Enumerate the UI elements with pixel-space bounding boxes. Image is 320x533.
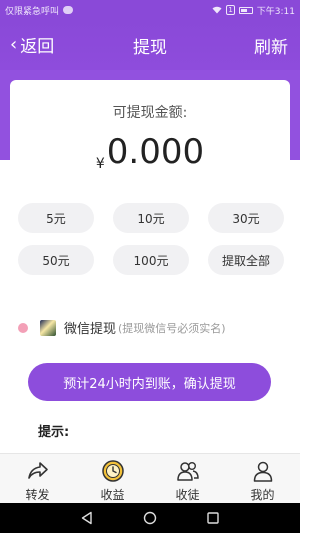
wechat-notification-icon	[63, 6, 74, 14]
balance-amount: 0.000	[106, 132, 205, 172]
tab-label: 收益	[100, 488, 125, 502]
carrier-text: 仅限紧急呼叫	[5, 6, 60, 17]
tab-earnings[interactable]: 收益	[75, 454, 150, 503]
status-left: 仅限紧急呼叫	[5, 4, 74, 17]
balance-amount-row: ¥0.000	[10, 132, 290, 172]
method-name: 微信提现	[64, 322, 117, 337]
refresh-button[interactable]: 刷新	[254, 33, 288, 58]
tab-label: 我的	[250, 488, 275, 502]
amount-option-all[interactable]: 提取全部	[208, 245, 284, 275]
share-icon	[27, 462, 48, 479]
status-bar: 仅限紧急呼叫 1 下午3:11	[0, 0, 300, 20]
currency-symbol: ¥	[95, 156, 105, 172]
bottom-tab-bar: 转发 收益 收徒 我的	[0, 453, 300, 503]
tab-profile[interactable]: 我的	[225, 454, 300, 503]
wifi-icon	[212, 6, 222, 14]
coin-clock-icon	[101, 460, 124, 482]
amount-option-10[interactable]: 10元	[113, 203, 189, 233]
back-button[interactable]: ‹ 返回	[10, 32, 54, 57]
amount-option-50[interactable]: 50元	[18, 245, 94, 275]
balance-card: 可提现金额: ¥0.000	[10, 80, 290, 190]
method-note: (提现微信号必须实名)	[118, 321, 226, 335]
amount-option-5[interactable]: 5元	[18, 203, 94, 233]
back-triangle-icon[interactable]	[80, 511, 94, 525]
header-bar: ‹ 返回 提现 刷新	[0, 20, 300, 70]
tips-title: 提示:	[38, 425, 70, 440]
home-circle-icon[interactable]	[143, 511, 157, 525]
confirm-withdraw-button[interactable]: 预计24小时内到账，确认提现	[28, 363, 271, 401]
back-label: 返回	[20, 37, 55, 57]
tab-label: 转发	[25, 488, 50, 502]
method-radio[interactable]	[18, 322, 28, 333]
chevron-left-icon: ‹	[10, 33, 18, 55]
tab-label: 收徒	[175, 488, 200, 502]
amount-options: 5元 10元 30元 50元 100元 提取全部	[18, 203, 284, 275]
status-right: 1 下午3:11	[212, 4, 295, 17]
amount-option-30[interactable]: 30元	[208, 203, 284, 233]
battery-icon	[238, 6, 253, 14]
recents-square-icon[interactable]	[206, 511, 220, 525]
balance-label: 可提现金额:	[112, 105, 188, 121]
withdraw-method-wechat[interactable]: 微信提现 (提现微信号必须实名)	[18, 318, 226, 337]
wechat-avatar-icon	[40, 319, 56, 336]
tab-share[interactable]: 转发	[0, 454, 75, 503]
system-nav-bar	[0, 503, 300, 533]
profile-icon	[253, 461, 272, 482]
tab-apprentices[interactable]: 收徒	[150, 454, 225, 503]
users-icon	[176, 462, 199, 481]
sim-indicator-icon: 1	[226, 5, 235, 15]
amount-option-100[interactable]: 100元	[113, 245, 189, 275]
status-time: 下午3:11	[256, 6, 295, 17]
